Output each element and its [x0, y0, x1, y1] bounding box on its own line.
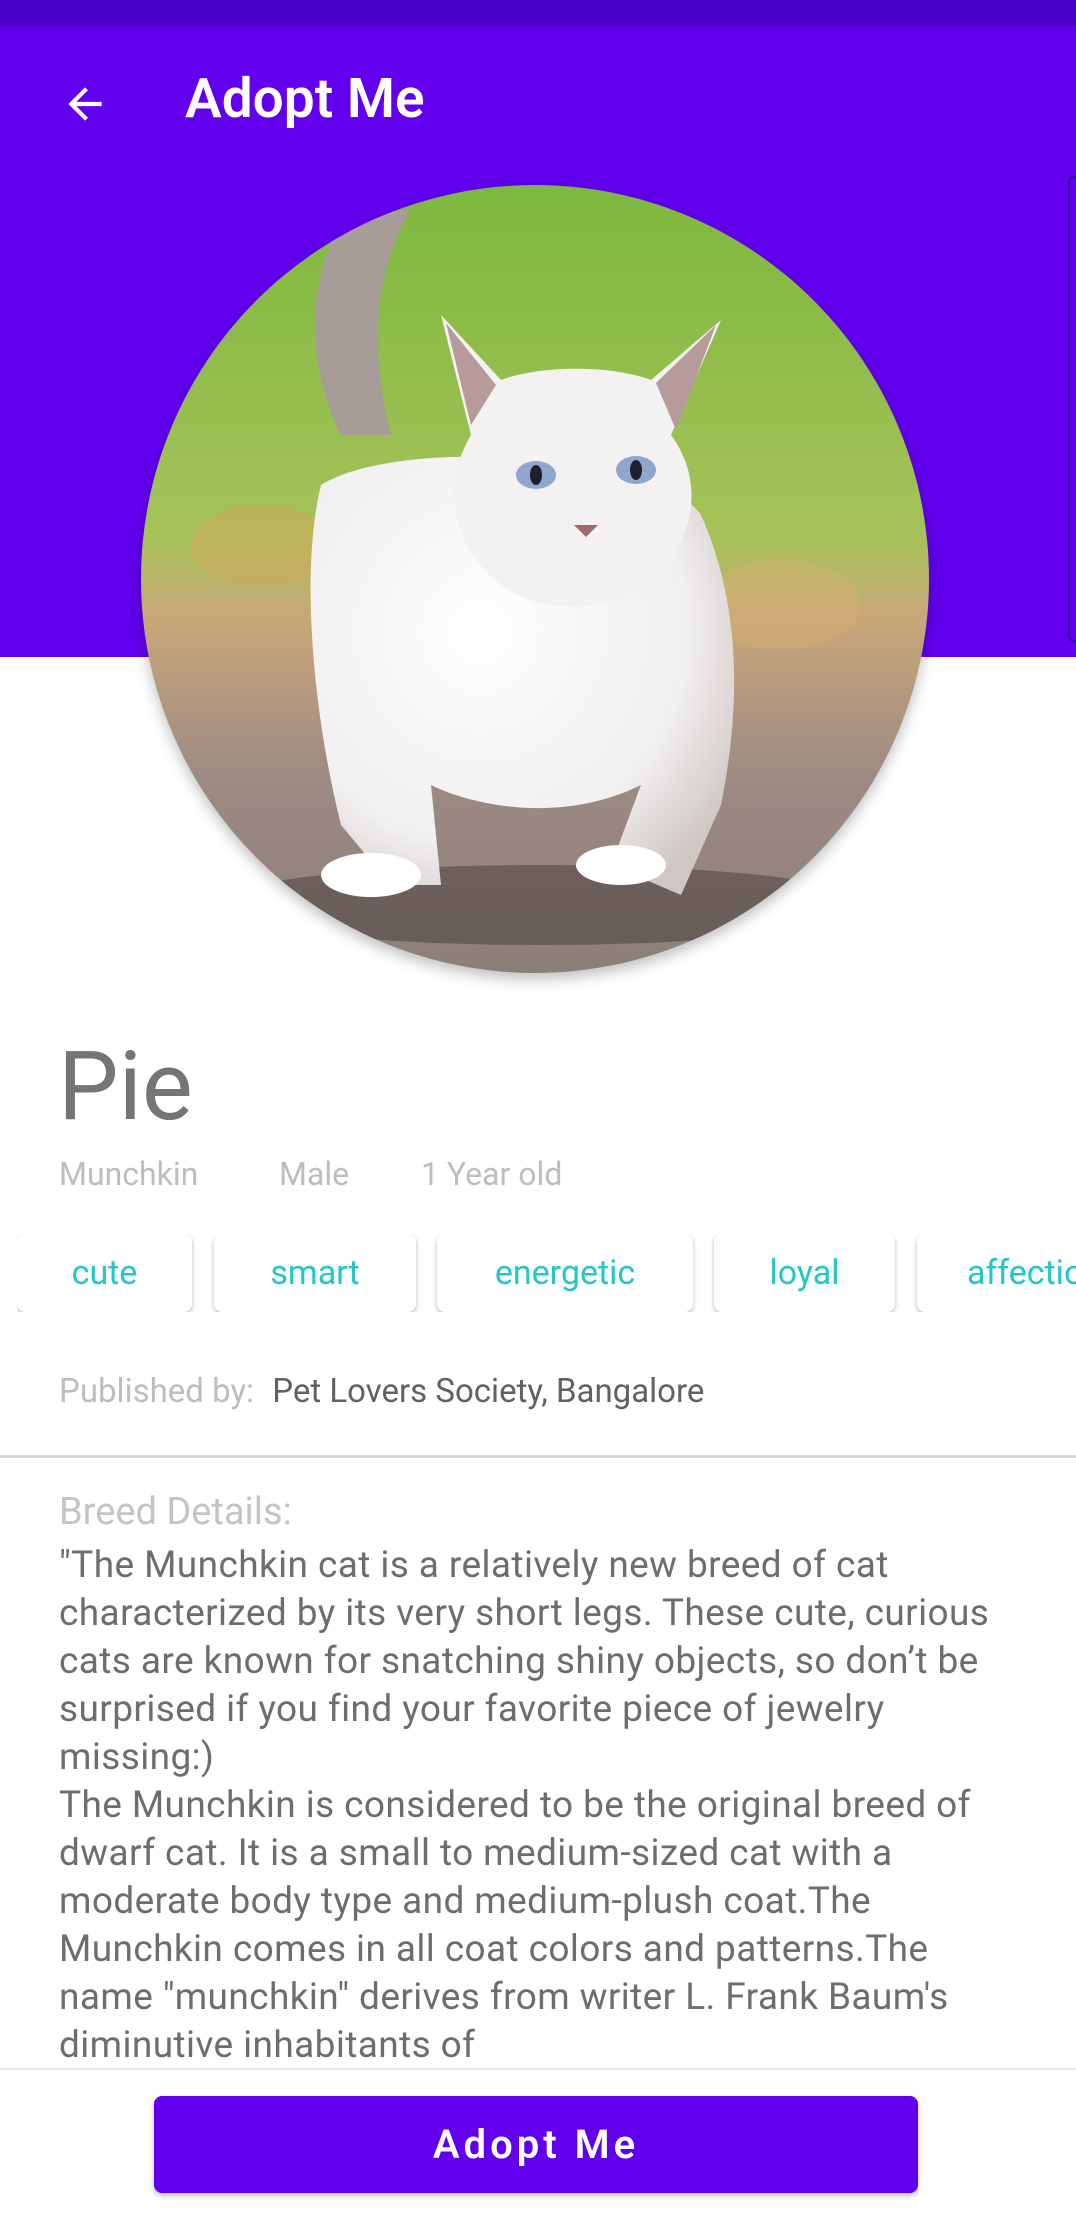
tag-chip[interactable]: loyal [714, 1234, 895, 1312]
published-by: Published by: Pet Lovers Society, Bangal… [59, 1372, 704, 1411]
tag-chip[interactable]: energetic [437, 1234, 693, 1312]
tag-chip[interactable]: affectionate [917, 1234, 1076, 1312]
app-bar: Adopt Me [0, 26, 1076, 176]
scroll-indicator [1068, 176, 1076, 642]
back-button[interactable] [52, 71, 118, 137]
app-title: Adopt Me [185, 67, 425, 131]
adopt-me-button[interactable]: Adopt Me [154, 2096, 918, 2193]
tag-chip[interactable]: cute [17, 1234, 192, 1312]
breed-details-text: "The Munchkin cat is a relatively new br… [59, 1544, 990, 2067]
pet-photo [141, 185, 929, 973]
tag-list: cute smart energetic loyal affectionate [17, 1234, 1076, 1312]
pet-age: 1 Year old [421, 1155, 563, 1193]
publisher-name: Pet Lovers Society, Bangalore [272, 1372, 705, 1411]
pet-name: Pie [58, 1031, 193, 1143]
arrow-back-icon [68, 87, 102, 121]
breed-details-label: Breed Details: [59, 1490, 292, 1534]
tag-chip[interactable]: smart [214, 1234, 416, 1312]
divider [0, 1455, 1076, 1458]
pet-breed: Munchkin [59, 1155, 199, 1193]
status-bar [0, 0, 1076, 26]
pet-gender: Male [279, 1155, 350, 1193]
published-label: Published by: [59, 1372, 255, 1411]
